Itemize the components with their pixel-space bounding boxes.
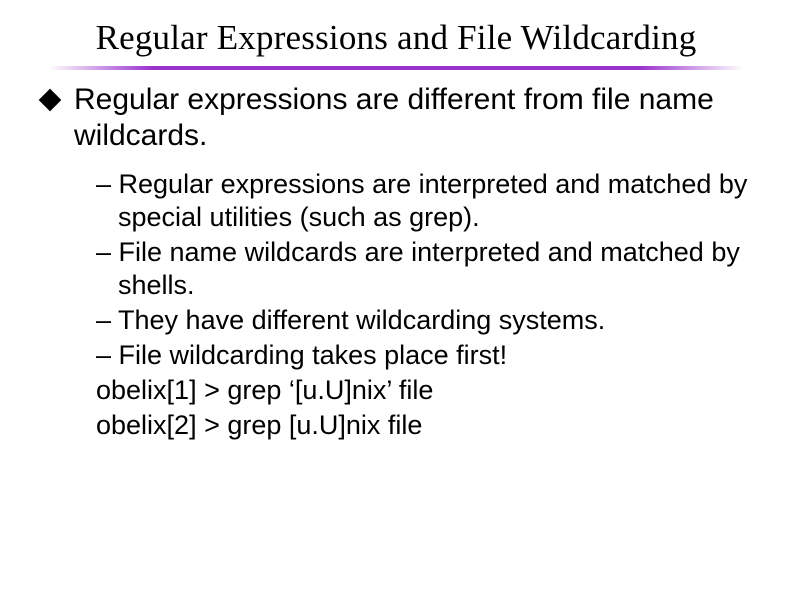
sub-bullet: – File wildcarding takes place first! bbox=[96, 339, 752, 372]
slide-body: Regular expressions are different from f… bbox=[40, 82, 752, 442]
slide-title: Regular Expressions and File Wildcarding bbox=[40, 18, 752, 58]
sub-list: – Regular expressions are interpreted an… bbox=[96, 168, 752, 442]
sub-bullet: – Regular expressions are interpreted an… bbox=[96, 168, 752, 234]
bullet-main-text: Regular expressions are different from f… bbox=[74, 83, 714, 152]
sub-bullet: – They have different wildcarding system… bbox=[96, 304, 752, 337]
code-line: obelix[2] > grep [u.U]nix file bbox=[96, 409, 752, 442]
sub-bullet: – File name wildcards are interpreted an… bbox=[96, 236, 752, 302]
slide: Regular Expressions and File Wildcarding… bbox=[0, 0, 792, 612]
bullet-main: Regular expressions are different from f… bbox=[40, 82, 752, 154]
title-underline bbox=[48, 66, 744, 70]
diamond-bullet-icon bbox=[39, 89, 62, 112]
code-line: obelix[1] > grep ‘[u.U]nix’ file bbox=[96, 374, 752, 407]
